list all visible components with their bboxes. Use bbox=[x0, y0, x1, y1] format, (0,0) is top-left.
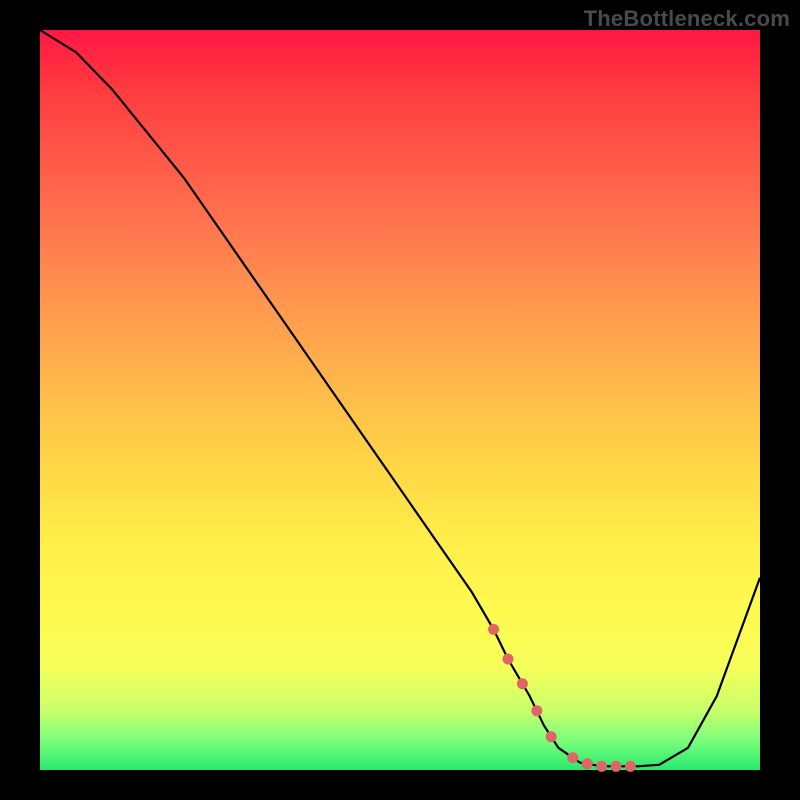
optimal-dot bbox=[625, 761, 636, 772]
optimal-dot bbox=[611, 761, 622, 772]
optimal-dot bbox=[488, 624, 499, 635]
optimal-dot bbox=[517, 678, 528, 689]
curve-line bbox=[40, 30, 760, 766]
optimal-dot bbox=[503, 654, 514, 665]
optimal-dot bbox=[531, 705, 542, 716]
optimal-dot bbox=[567, 752, 578, 763]
plot-area bbox=[40, 30, 760, 770]
optimal-dot bbox=[596, 761, 607, 772]
optimal-dot bbox=[546, 731, 557, 742]
bottleneck-curve bbox=[40, 30, 760, 770]
optimal-dot bbox=[582, 758, 593, 769]
chart-frame: TheBottleneck.com bbox=[0, 0, 800, 800]
watermark-text: TheBottleneck.com bbox=[584, 6, 790, 32]
